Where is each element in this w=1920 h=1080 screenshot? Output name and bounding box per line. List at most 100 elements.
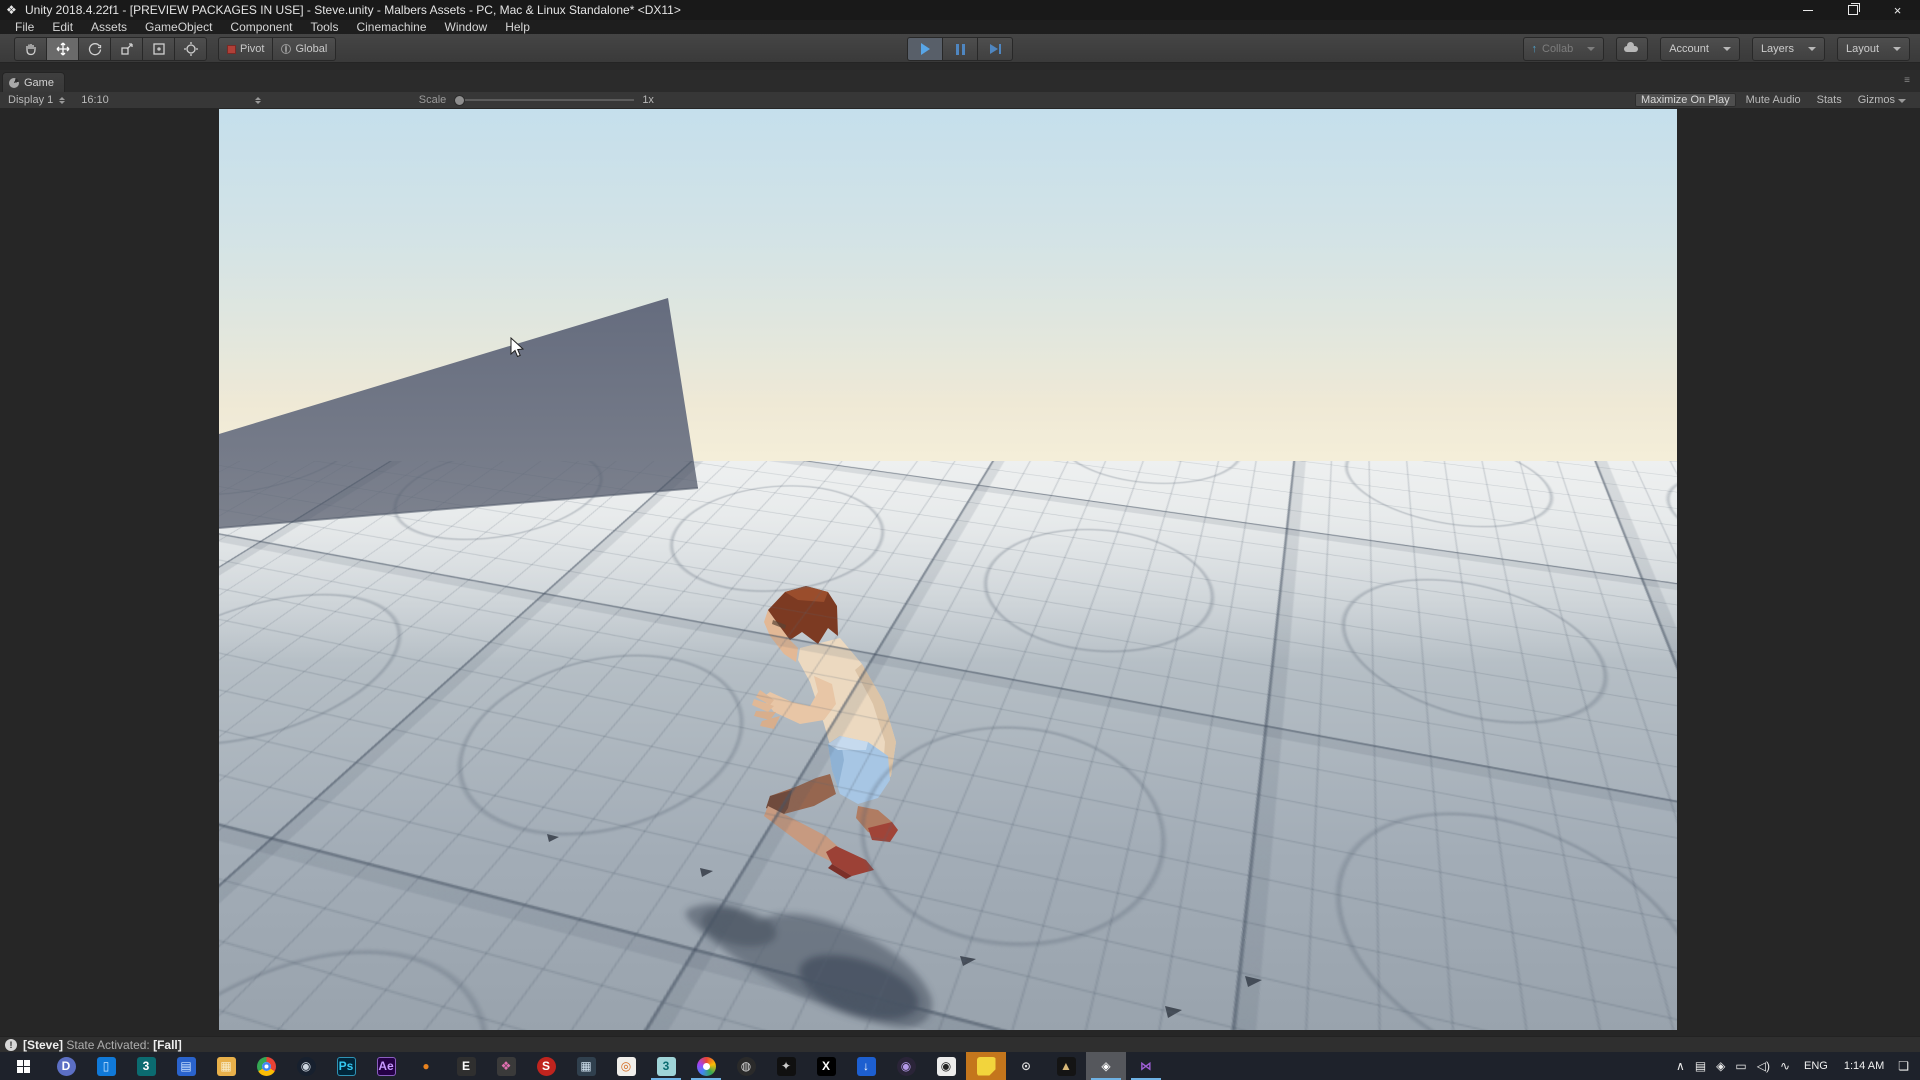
x-app-icon[interactable]: X: [806, 1052, 846, 1080]
console-status-bar[interactable]: ! [Steve] State Activated: [Fall]: [0, 1036, 1920, 1052]
your-phone-icon[interactable]: ▯: [86, 1052, 126, 1080]
3ds-max-icon[interactable]: 3: [126, 1052, 166, 1080]
play-button[interactable]: [907, 37, 942, 61]
shuriken-icon[interactable]: ✦: [766, 1052, 806, 1080]
after-effects-icon[interactable]: Ae: [366, 1052, 406, 1080]
play-icon: [921, 43, 930, 55]
rect-icon: [151, 41, 167, 57]
obs-studio-icon[interactable]: ◍: [726, 1052, 766, 1080]
chrome-icon[interactable]: [246, 1052, 286, 1080]
voice-recorder-icon[interactable]: ⊙: [1006, 1052, 1046, 1080]
game-render-area[interactable]: [219, 109, 1677, 1030]
menu-edit[interactable]: Edit: [43, 20, 82, 34]
chevron-down-icon: [1808, 47, 1816, 51]
start-button[interactable]: [0, 1052, 46, 1080]
floppy-disk-icon[interactable]: ▤: [166, 1052, 206, 1080]
file-explorer-icon[interactable]: ▦: [206, 1052, 246, 1080]
pivot-icon: [227, 45, 236, 54]
tray-unity-icon[interactable]: ◈: [1711, 1052, 1730, 1080]
pivot-button[interactable]: Pivot: [218, 37, 272, 61]
action-center-icon[interactable]: ❏: [1893, 1052, 1914, 1080]
chevron-down-icon: [1587, 47, 1595, 51]
menu-component[interactable]: Component: [221, 20, 301, 34]
mute-audio-toggle[interactable]: Mute Audio: [1740, 93, 1807, 107]
cloud-services-button[interactable]: [1616, 37, 1648, 61]
bittorrent-icon[interactable]: ◉: [886, 1052, 926, 1080]
aspect-ratio-dropdown[interactable]: 16:10: [73, 92, 269, 108]
account-dropdown[interactable]: Account: [1660, 37, 1740, 61]
move-tool-button[interactable]: [46, 37, 78, 61]
step-button[interactable]: [977, 37, 1013, 61]
epic-games-icon[interactable]: E: [446, 1052, 486, 1080]
tray-chevron-icon[interactable]: ∧: [1671, 1052, 1690, 1080]
rect-tool-button[interactable]: [142, 37, 174, 61]
restore-button[interactable]: [1830, 0, 1875, 20]
gog-galaxy-icon[interactable]: ◉: [926, 1052, 966, 1080]
rotate-tool-button[interactable]: [78, 37, 110, 61]
hand-icon: [23, 41, 39, 57]
menu-window[interactable]: Window: [436, 20, 497, 34]
tray-network-icon[interactable]: ∿: [1775, 1052, 1795, 1080]
window-title: Unity 2018.4.22f1 - [PREVIEW PACKAGES IN…: [25, 3, 681, 17]
document-search-icon[interactable]: ◎: [606, 1052, 646, 1080]
pause-icon: [956, 44, 965, 55]
menu-file[interactable]: File: [6, 20, 43, 34]
display-dropdown[interactable]: Display 1: [0, 92, 73, 108]
unity-editor-icon[interactable]: ◈: [1086, 1052, 1126, 1080]
tray-volume-icon[interactable]: ◁): [1752, 1052, 1775, 1080]
sticky-notes-icon[interactable]: [966, 1052, 1006, 1080]
menu-bar: File Edit Assets GameObject Component To…: [0, 20, 1920, 34]
gizmos-dropdown[interactable]: Gizmos: [1852, 93, 1912, 107]
menu-assets[interactable]: Assets: [82, 20, 136, 34]
panel-tab-strip: Game ≡: [0, 70, 1920, 93]
clock[interactable]: 1:14 AM: [1837, 1060, 1891, 1072]
game-view-icon: [9, 78, 19, 88]
chevron-down-icon: [1898, 99, 1906, 103]
minimize-button[interactable]: [1785, 0, 1830, 20]
tab-game[interactable]: Game: [2, 72, 65, 93]
tray-battery-icon[interactable]: ▭: [1730, 1052, 1751, 1080]
taskbar-apps: D ▯ 3 ▤ ▦: [46, 1052, 1166, 1080]
menu-tools[interactable]: Tools: [301, 20, 347, 34]
rocket-launcher-icon[interactable]: ▲: [1046, 1052, 1086, 1080]
menu-gameobject[interactable]: GameObject: [136, 20, 221, 34]
language-indicator[interactable]: ENG: [1797, 1060, 1835, 1072]
slider-knob[interactable]: [454, 95, 465, 106]
pause-button[interactable]: [942, 37, 977, 61]
collab-button[interactable]: ↑ Collab: [1523, 37, 1605, 61]
status-message: State Activated:: [66, 1038, 149, 1052]
menu-cinemachine[interactable]: Cinemachine: [347, 20, 435, 34]
mouse-cursor: [510, 337, 528, 359]
download-manager-icon[interactable]: ↓: [846, 1052, 886, 1080]
panel-menu-icon[interactable]: ≡: [1904, 75, 1912, 86]
discord-icon[interactable]: D: [46, 1052, 86, 1080]
updown-icon: [255, 97, 261, 104]
tray-floppy-icon[interactable]: ▤: [1690, 1052, 1711, 1080]
photoshop-icon[interactable]: Ps: [326, 1052, 366, 1080]
collab-up-icon: ↑: [1532, 43, 1538, 55]
stats-toggle[interactable]: Stats: [1811, 93, 1848, 107]
close-button[interactable]: ×: [1875, 0, 1920, 20]
scale-tool-button[interactable]: [110, 37, 142, 61]
substance-icon[interactable]: S: [526, 1052, 566, 1080]
color-wheel-icon[interactable]: [686, 1052, 726, 1080]
layers-dropdown[interactable]: Layers: [1752, 37, 1825, 61]
hand-tool-button[interactable]: [14, 37, 46, 61]
krita-icon[interactable]: ❖: [486, 1052, 526, 1080]
visual-studio-icon[interactable]: ⋈: [1126, 1052, 1166, 1080]
steam-icon[interactable]: ◉: [286, 1052, 326, 1080]
calculator-icon[interactable]: ▦: [566, 1052, 606, 1080]
maximize-on-play-toggle[interactable]: Maximize On Play: [1635, 93, 1736, 107]
game-view-toolbar: Display 1 16:10 Scale 1x Maximize On Pla…: [0, 92, 1920, 109]
layout-dropdown[interactable]: Layout: [1837, 37, 1910, 61]
scale-slider[interactable]: [454, 95, 634, 105]
menu-help[interactable]: Help: [496, 20, 539, 34]
3ds-max-running-icon[interactable]: 3: [646, 1052, 686, 1080]
status-state: [Fall]: [153, 1038, 182, 1052]
global-button[interactable]: Global: [272, 37, 336, 61]
step-icon: [990, 44, 1001, 54]
blender-icon[interactable]: ●: [406, 1052, 446, 1080]
transform-tool-button[interactable]: [174, 37, 207, 61]
title-bar: ❖ Unity 2018.4.22f1 - [PREVIEW PACKAGES …: [0, 0, 1920, 20]
scale-icon: [119, 41, 135, 57]
